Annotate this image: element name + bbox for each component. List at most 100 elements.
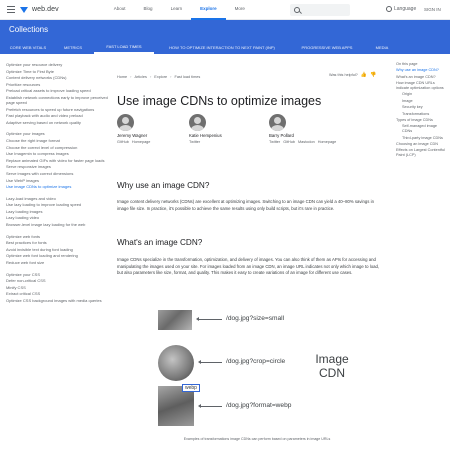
author-link-homepage[interactable]: Homepage xyxy=(132,140,151,144)
toc-item[interactable]: Types of image CDNs xyxy=(396,118,448,123)
author-link-mastodon[interactable]: Mastodon xyxy=(298,140,315,144)
nav-explore[interactable]: Explore xyxy=(191,0,226,20)
sidebar-item[interactable]: Prioritize resources xyxy=(6,82,108,87)
sidebar-item[interactable]: Defer non-critical CSS xyxy=(6,278,108,283)
image-cdn-label: Image CDN xyxy=(315,352,349,380)
sign-in-link[interactable]: SIGN IN xyxy=(424,7,441,12)
sidebar-item[interactable]: Browser-level image lazy loading for the… xyxy=(6,222,108,227)
url-size-small: /dog.jpg?size=small xyxy=(226,315,285,322)
sidebar-item[interactable]: Prefetch resources to speed up future na… xyxy=(6,107,108,112)
toc-item[interactable]: Image xyxy=(396,99,448,104)
url-crop-circle: /dog.jpg?crop=circle xyxy=(226,358,286,365)
hamburger-menu-icon[interactable] xyxy=(4,3,18,17)
sidebar-item[interactable]: Content delivery networks (CDNs) xyxy=(6,75,108,80)
sidebar-item[interactable]: Minify CSS xyxy=(6,285,108,290)
author-links: Twitter GitHub Mastodon Homepage xyxy=(269,140,379,144)
helpful-feedback: Was this helpful? 👍 👎 xyxy=(329,72,376,78)
sidebar-item[interactable]: Avoid invisible text during font loading xyxy=(6,247,108,252)
toc-item[interactable]: How image CDN URLs indicate optimization… xyxy=(396,81,448,91)
dog-photo-small xyxy=(158,310,192,330)
nav-more[interactable]: More xyxy=(226,0,254,20)
sidebar-item[interactable]: Optimize web font loading and rendering xyxy=(6,253,108,258)
sidebar-item[interactable]: Lazy loading video xyxy=(6,215,108,220)
sidebar-item[interactable]: Establish network connections early to i… xyxy=(6,95,108,105)
avatar xyxy=(189,114,206,131)
sidebar-item[interactable]: Serve images with correct dimensions xyxy=(6,171,108,176)
author-card: Jeremy Wagner GitHub Homepage xyxy=(117,114,197,144)
heading-what-image-cdn: What's an image CDN? xyxy=(117,238,203,247)
sidebar-item[interactable]: Lazy-load images and video xyxy=(6,196,108,201)
author-link-github[interactable]: GitHub xyxy=(117,140,129,144)
nav-about[interactable]: About xyxy=(105,0,135,20)
breadcrumb-explore[interactable]: Explore xyxy=(154,75,167,79)
toc-item[interactable]: Transformations xyxy=(396,112,448,117)
toc-item[interactable]: Why use an image CDN? xyxy=(396,68,448,73)
search-input[interactable] xyxy=(290,4,350,16)
breadcrumb-articles[interactable]: Articles xyxy=(134,75,146,79)
sidebar-item[interactable]: Fast playback with audio and video prelo… xyxy=(6,113,108,118)
toc-item[interactable]: Self-managed image CDNs xyxy=(396,124,448,134)
sidebar-item[interactable]: Optimize your images xyxy=(6,131,108,136)
author-name: Katie Hempenius xyxy=(189,133,222,138)
site-logo[interactable]: web.dev xyxy=(20,6,59,14)
toc-item[interactable]: What's an image CDN? xyxy=(396,75,448,80)
author-link-twitter[interactable]: Twitter xyxy=(269,140,280,144)
nav-blog[interactable]: Blog xyxy=(135,0,162,20)
sidebar-item[interactable]: Use WebP images xyxy=(6,178,108,183)
breadcrumb-fast-load-times[interactable]: Fast load times xyxy=(175,75,201,79)
sidebar-item[interactable]: Choose the right image format xyxy=(6,138,108,143)
article: Home › Articles › Explore › Fast load ti… xyxy=(117,72,387,275)
helpful-label: Was this helpful? xyxy=(329,73,358,77)
toc-item[interactable]: Security key xyxy=(396,105,448,110)
sidebar-item[interactable]: Optimize Time to First Byte xyxy=(6,69,108,74)
top-nav: About Blog Learn Explore More xyxy=(105,0,254,20)
author-card: Katie Hempenius Twitter xyxy=(189,114,269,144)
thumb-down-icon[interactable]: 👎 xyxy=(370,72,376,78)
tab-progressive-web-apps[interactable]: PROGRESSIVE WEB APPS xyxy=(290,40,364,54)
language-selector[interactable]: Language xyxy=(386,6,416,12)
url-format-webp: /dog.jpg?format=webp xyxy=(226,402,292,409)
paragraph-why: Image content delivery networks (CDNs) a… xyxy=(117,199,374,211)
heading-why-image-cdn: Why use an image CDN? xyxy=(117,181,210,190)
toc-item[interactable]: Choosing an image CDN xyxy=(396,142,448,147)
breadcrumb-home[interactable]: Home xyxy=(117,75,127,79)
sidebar-item[interactable]: Use lazy loading to improve loading spee… xyxy=(6,202,108,207)
tab-media[interactable]: MEDIA xyxy=(364,40,400,54)
author-links: Twitter xyxy=(189,140,269,144)
sidebar-item[interactable]: Use image CDNs to optimize images xyxy=(6,184,108,189)
sidebar-item[interactable]: Adaptive serving based on network qualit… xyxy=(6,120,108,125)
avatar xyxy=(117,114,134,131)
toc-item[interactable]: Origin xyxy=(396,92,448,97)
author-name: Barry Pollard xyxy=(269,133,294,138)
sidebar-item[interactable]: Use Imagemin to compress images xyxy=(6,151,108,156)
sidebar-item[interactable]: Replace animated GIFs with video for fas… xyxy=(6,158,108,163)
author-link-homepage[interactable]: Homepage xyxy=(318,140,337,144)
thumb-up-icon[interactable]: 👍 xyxy=(361,72,367,78)
sidebar-item[interactable]: Serve responsive images xyxy=(6,164,108,169)
sidebar-item[interactable]: Optimize your CSS xyxy=(6,272,108,277)
author-card: Barry Pollard Twitter GitHub Mastodon Ho… xyxy=(269,114,379,144)
sidebar-item[interactable]: Choose the correct level of compression xyxy=(6,145,108,150)
sidebar-item[interactable]: Optimize CSS background images with medi… xyxy=(6,298,108,303)
sidebar-item[interactable]: Preload critical assets to improve loadi… xyxy=(6,88,108,93)
sidebar-item[interactable]: Lazy loading images xyxy=(6,209,108,214)
author-list: Jeremy Wagner GitHub Homepage Katie Hemp… xyxy=(117,114,387,144)
sidebar-item[interactable]: Best practices for fonts xyxy=(6,240,108,245)
toc-item[interactable]: Third-party image CDNs xyxy=(396,136,448,141)
tab-metrics[interactable]: METRICS xyxy=(52,40,94,54)
tab-core-web-vitals[interactable]: CORE WEB VITALS xyxy=(4,40,52,54)
nav-learn[interactable]: Learn xyxy=(162,0,192,20)
chevron-right-icon: › xyxy=(149,74,152,79)
author-link-github[interactable]: GitHub xyxy=(283,140,295,144)
tab-optimize-inp[interactable]: HOW TO OPTIMIZE INTERACTION TO NEXT PAIN… xyxy=(154,40,290,54)
arrow-left-icon xyxy=(198,404,222,408)
author-link-twitter[interactable]: Twitter xyxy=(189,140,200,144)
toc-item[interactable]: Effects on Largest Contentful Paint (LCP… xyxy=(396,148,448,158)
tab-fast-load-times[interactable]: FAST LOAD TIMES xyxy=(94,40,154,54)
sidebar-item[interactable]: Optimize web fonts xyxy=(6,234,108,239)
sidebar-item[interactable]: Optimize your resource delivery xyxy=(6,62,108,67)
sidebar-item[interactable]: Reduce web font size xyxy=(6,260,108,265)
webp-badge: webp xyxy=(182,384,200,392)
collection-tabs: CORE WEB VITALS METRICS FAST LOAD TIMES … xyxy=(0,40,450,54)
sidebar-item[interactable]: Extract critical CSS xyxy=(6,291,108,296)
